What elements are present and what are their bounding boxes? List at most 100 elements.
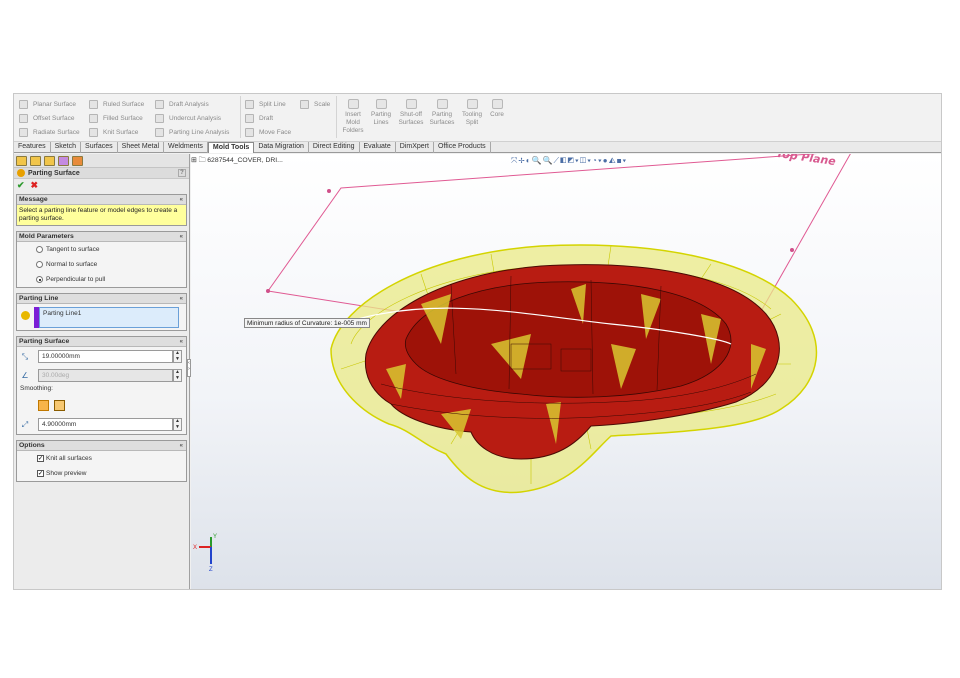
ok-check-icon[interactable]: ✔ (17, 180, 25, 191)
tab-features[interactable]: Features (14, 142, 51, 153)
parting-line-selection-box[interactable]: Parting Line1 (39, 307, 179, 328)
smoothing-distance-row: ⤢ 4.90000mm ▲ ▼ (17, 415, 186, 434)
parting-line-icon (21, 311, 30, 320)
filled-surface-icon (89, 113, 98, 123)
parting-line-item[interactable]: Parting Line1 (43, 310, 81, 317)
distance-field[interactable]: 19.00000mm (38, 350, 173, 363)
curvature-tooltip: Minimum radius of Curvature: 1e-005 mm (244, 318, 370, 328)
scale-button[interactable]: Scale (300, 97, 330, 111)
filled-surface-button[interactable]: Filled Surface (89, 111, 144, 125)
shut-off-surfaces-icon (405, 99, 417, 109)
smoothing-distance-field[interactable]: 4.90000mm (38, 418, 173, 431)
reference-triad: Y X Z (193, 534, 217, 572)
collapse-icon[interactable]: « (180, 234, 183, 240)
offset-surface-icon (19, 113, 28, 123)
collapse-icon[interactable]: « (180, 197, 183, 203)
tangent-to-surface-option[interactable]: Tangent to surface (17, 242, 186, 257)
draft-analysis-button[interactable]: Draft Analysis (155, 97, 229, 111)
feature-tree-flyout[interactable]: ⊞ 🗀 6287544_COVER, DRI... (191, 156, 283, 167)
split-line-button[interactable]: Split Line (245, 97, 291, 111)
tab-office-products[interactable]: Office Products (434, 142, 491, 153)
checkbox-checked[interactable]: ✓ (37, 455, 44, 462)
checkbox-checked[interactable]: ✓ (37, 470, 44, 477)
heads-up-view-toolbar[interactable]: ⤧✢◐🔍🔍⟋◧◩▾◫▾◔▾●◭◼▾ (511, 156, 627, 166)
ruled-surface-icon (89, 99, 98, 109)
split-line-icon (245, 99, 254, 109)
triad-x-label: X (193, 545, 197, 551)
mold-parameters-header[interactable]: Mold Parameters « (17, 232, 186, 242)
tab-dimxpert[interactable]: DimXpert (396, 142, 434, 153)
property-manager-title: Parting Surface ? (14, 168, 189, 179)
tab-direct-editing[interactable]: Direct Editing (309, 142, 360, 153)
tab-data-migration[interactable]: Data Migration (254, 142, 309, 153)
parting-surface-group: Parting Surface « ⤡ 19.00000mm ▲ ▼ ∠ 30.00… (16, 336, 187, 435)
smooth-smoothing-icon[interactable] (54, 400, 65, 411)
tab-surfaces[interactable]: Surfaces (81, 142, 118, 153)
feature-manager-tab-icon[interactable] (16, 155, 27, 166)
solidworks-window: Planar Surface Offset Surface Radiate Su… (13, 93, 942, 590)
display-manager-tab-icon[interactable] (72, 155, 83, 166)
ok-cancel-row: ✔ ✖ (14, 179, 189, 191)
parting-line-group: Parting Line « Parting Line1 (16, 293, 187, 331)
move-face-icon (245, 127, 254, 137)
draft-button[interactable]: Draft (245, 111, 291, 125)
options-header[interactable]: Options « (17, 441, 186, 451)
angle-spinner: ▲ ▼ (173, 369, 182, 382)
angle-row: ∠ 30.00deg ▲ ▼ (17, 366, 186, 385)
parting-lines-icon (375, 99, 387, 109)
core-button[interactable]: Core (482, 99, 512, 119)
smoothing-distance-spinner[interactable]: ▲ ▼ (173, 418, 182, 431)
offset-surface-button[interactable]: Offset Surface (19, 111, 80, 125)
shut-off-surfaces-button[interactable]: Shut-off Surfaces (396, 99, 426, 127)
angle-field: 30.00deg (38, 369, 173, 382)
property-manager-tab-icon[interactable] (30, 155, 41, 166)
tab-evaluate[interactable]: Evaluate (360, 142, 396, 153)
planar-surface-button[interactable]: Planar Surface (19, 97, 80, 111)
tab-sketch[interactable]: Sketch (51, 142, 82, 153)
message-header[interactable]: Message « (17, 195, 186, 205)
ruled-surface-button[interactable]: Ruled Surface (89, 97, 144, 111)
tab-weldments[interactable]: Weldments (164, 142, 208, 153)
parting-surface-header[interactable]: Parting Surface « (17, 337, 186, 347)
radio-button-selected[interactable] (36, 276, 43, 283)
help-icon[interactable]: ? (178, 169, 186, 177)
parting-surfaces-button[interactable]: Parting Surfaces (427, 99, 457, 127)
triad-z-label: Z (209, 567, 213, 572)
dimxpert-manager-tab-icon[interactable] (58, 155, 69, 166)
undercut-analysis-button[interactable]: Undercut Analysis (155, 111, 229, 125)
knit-all-surfaces-option[interactable]: ✓ Knit all surfaces (17, 451, 186, 466)
radiate-surface-button[interactable]: Radiate Surface (19, 125, 80, 139)
parting-line-analysis-icon (155, 127, 164, 137)
scale-col: Scale (300, 97, 330, 111)
distance-spinner[interactable]: ▲ ▼ (173, 350, 182, 363)
collapse-icon[interactable]: « (180, 296, 183, 302)
perpendicular-to-pull-option[interactable]: Perpendicular to pull (17, 272, 186, 287)
sharp-smoothing-icon[interactable] (38, 400, 49, 411)
graphics-viewport[interactable]: ⊞ 🗀 6287544_COVER, DRI... ⤧✢◐🔍🔍⟋◧◩▾◫▾◔▾●… (191, 154, 941, 589)
tab-mold-tools[interactable]: Mold Tools (207, 142, 255, 153)
parting-lines-button[interactable]: Parting Lines (366, 99, 396, 127)
cancel-x-icon[interactable]: ✖ (31, 180, 39, 191)
move-face-button[interactable]: Move Face (245, 125, 291, 139)
insert-mold-folders-button[interactable]: Insert Mold Folders (338, 99, 368, 135)
smoothing-label: Smoothing: (20, 385, 53, 392)
tab-sheet-metal[interactable]: Sheet Metal (118, 142, 165, 153)
knit-surface-button[interactable]: Knit Surface (89, 125, 144, 139)
radio-button[interactable] (36, 246, 43, 253)
mold-folder-icon (347, 99, 359, 109)
parting-line-header[interactable]: Parting Line « (17, 294, 186, 304)
parting-line-analysis-button[interactable]: Parting Line Analysis (155, 125, 229, 139)
core-icon (491, 99, 503, 109)
configuration-manager-tab-icon[interactable] (44, 155, 55, 166)
radio-button[interactable] (36, 261, 43, 268)
surfaces-col2: Ruled Surface Filled Surface Knit Surfac… (89, 97, 144, 139)
mold-parameters-group: Mold Parameters « Tangent to surface Norm… (16, 231, 187, 288)
normal-to-surface-option[interactable]: Normal to surface (17, 257, 186, 272)
undercut-analysis-icon (155, 113, 164, 123)
plane-handle (327, 189, 331, 193)
collapse-icon[interactable]: « (180, 339, 183, 345)
triad-y-label: Y (213, 534, 217, 540)
show-preview-option[interactable]: ✓ Show preview (17, 466, 186, 481)
collapse-icon[interactable]: « (180, 443, 183, 449)
options-group: Options « ✓ Knit all surfaces ✓ Show previe… (16, 440, 187, 482)
